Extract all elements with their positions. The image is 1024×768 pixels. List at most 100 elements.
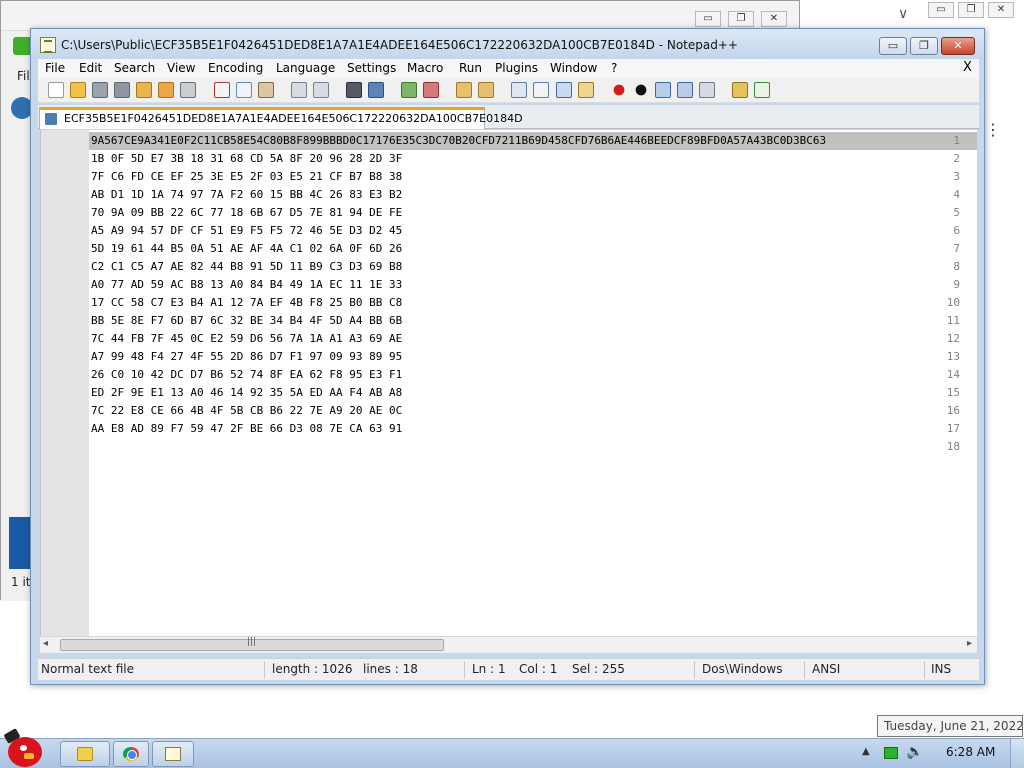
- status-separator: [924, 661, 925, 679]
- status-file-type: Normal text file: [41, 662, 135, 676]
- spellcheck-icon[interactable]: [754, 82, 770, 98]
- angry-bird-icon: [8, 737, 42, 767]
- code-line[interactable]: 9A567CE9A341E0F2C11CB58E54C80B8F899BBBD0…: [91, 132, 826, 150]
- find-icon[interactable]: [346, 82, 362, 98]
- sync-vertical-icon[interactable]: [456, 82, 472, 98]
- code-line[interactable]: AB D1 1D 1A 74 97 7A F2 60 15 BB 4C 26 8…: [91, 186, 402, 204]
- window-titlebar[interactable]: C:\Users\Public\ECF35B5E1F0426451DED8E1A…: [31, 29, 984, 59]
- close-button[interactable]: ✕: [941, 37, 975, 55]
- folder-workspace-icon[interactable]: [732, 82, 748, 98]
- save-icon[interactable]: [92, 82, 108, 98]
- maximize-button[interactable]: ❐: [910, 37, 938, 55]
- menu-encoding[interactable]: Encoding: [208, 61, 263, 75]
- menu-settings[interactable]: Settings: [347, 61, 396, 75]
- status-separator: [694, 661, 695, 679]
- network-icon[interactable]: [884, 747, 898, 759]
- zoom-out-icon[interactable]: [423, 82, 439, 98]
- background-close-button[interactable]: ✕: [761, 11, 787, 27]
- show-all-chars-icon[interactable]: [533, 82, 549, 98]
- taskbar-explorer-button[interactable]: [60, 741, 110, 767]
- scroll-left-arrow-icon[interactable]: ◂: [43, 638, 48, 649]
- line-number: 16: [946, 404, 960, 417]
- background-maximize-button[interactable]: ❐: [728, 11, 754, 27]
- code-line[interactable]: 1B 0F 5D E7 3B 18 31 68 CD 5A 8F 20 96 2…: [91, 150, 402, 168]
- code-line[interactable]: 70 9A 09 BB 22 6C 77 18 6B 67 D5 7E 81 9…: [91, 204, 402, 222]
- save-all-icon[interactable]: [114, 82, 130, 98]
- background-right-maximize-button[interactable]: ❐: [958, 2, 984, 18]
- code-line[interactable]: A7 99 48 F4 27 4F 55 2D 86 D7 F1 97 09 9…: [91, 348, 402, 366]
- open-file-icon[interactable]: [70, 82, 86, 98]
- menu-window[interactable]: Window: [550, 61, 597, 75]
- background-minimize-button[interactable]: ▭: [695, 11, 721, 27]
- replace-icon[interactable]: [368, 82, 384, 98]
- taskbar-chrome-button[interactable]: [113, 741, 149, 767]
- menu-run[interactable]: Run: [459, 61, 482, 75]
- code-line[interactable]: BB 5E 8E F7 6D B7 6C 32 BE 34 B4 4F 5D A…: [91, 312, 402, 330]
- run-macro-multiple-icon[interactable]: [677, 82, 693, 98]
- word-wrap-icon[interactable]: [511, 82, 527, 98]
- minimize-button[interactable]: ▭: [879, 37, 907, 55]
- menu-edit[interactable]: Edit: [79, 61, 102, 75]
- taskbar-notepadpp-button[interactable]: [152, 741, 194, 767]
- code-line[interactable]: 26 C0 10 42 DC D7 B6 52 74 8F EA 62 F8 9…: [91, 366, 402, 384]
- status-separator: [464, 661, 465, 679]
- background-right-minimize-button[interactable]: ▭: [928, 2, 954, 18]
- menu-language[interactable]: Language: [276, 61, 335, 75]
- code-line[interactable]: ED 2F 9E E1 13 A0 46 14 92 35 5A ED AA F…: [91, 384, 402, 402]
- close-icon[interactable]: [136, 82, 152, 98]
- code-line[interactable]: A5 A9 94 57 DF CF 51 E9 F5 F5 72 46 5E D…: [91, 222, 402, 240]
- menu-macro[interactable]: Macro: [407, 61, 443, 75]
- close-all-icon[interactable]: [158, 82, 174, 98]
- indent-guide-icon[interactable]: [556, 82, 572, 98]
- stop-record-icon[interactable]: [633, 82, 649, 98]
- cut-icon[interactable]: [214, 82, 230, 98]
- menu-search[interactable]: Search: [114, 61, 155, 75]
- code-line[interactable]: C2 C1 C5 A7 AE 82 44 B8 91 5D 11 B9 C3 D…: [91, 258, 402, 276]
- bird-eye: [20, 745, 27, 751]
- play-macro-icon[interactable]: [655, 82, 671, 98]
- redo-icon[interactable]: [313, 82, 329, 98]
- code-line[interactable]: 7C 22 E8 CE 66 4B 4F 5B CB B6 22 7E A9 2…: [91, 402, 402, 420]
- code-line[interactable]: 17 CC 58 C7 E3 B4 A1 12 7A EF 4B F8 25 B…: [91, 294, 402, 312]
- close-document-button[interactable]: X: [963, 60, 972, 75]
- tray-overflow-arrow-icon[interactable]: ▲: [862, 746, 870, 757]
- code-line[interactable]: AA E8 AD 89 F7 59 47 2F BE 66 D3 08 7E C…: [91, 420, 402, 438]
- editor[interactable]: 1 9A567CE9A341E0F2C11CB58E54C80B8F899BBBD…: [40, 130, 977, 636]
- copy-icon[interactable]: [236, 82, 252, 98]
- status-bar: Normal text file length : 1026 lines : 1…: [38, 658, 979, 680]
- save-macro-icon[interactable]: [699, 82, 715, 98]
- code-line[interactable]: 7F C6 FD CE EF 25 3E E5 2F 03 E5 21 CF B…: [91, 168, 402, 186]
- status-selection: Sel : 255: [572, 662, 625, 676]
- horizontal-scrollbar[interactable]: ◂ ||| ▸: [40, 636, 977, 653]
- scrollbar-thumb[interactable]: |||: [60, 637, 444, 651]
- menu-file[interactable]: File: [45, 61, 65, 75]
- zoom-in-icon[interactable]: [401, 82, 417, 98]
- toolbar: [38, 79, 979, 103]
- print-icon[interactable]: [180, 82, 196, 98]
- more-options-icon[interactable]: ⋮: [985, 120, 1001, 139]
- volume-icon[interactable]: 🔈: [906, 744, 923, 760]
- code-line[interactable]: 7C 44 FB 7F 45 0C E2 59 D6 56 7A 1A A1 A…: [91, 330, 402, 348]
- background-right-close-button[interactable]: ✕: [988, 2, 1014, 18]
- clock[interactable]: 6:28 AM: [946, 745, 995, 759]
- line-number: 5: [953, 206, 960, 219]
- start-button[interactable]: [2, 728, 48, 768]
- code-line[interactable]: 5D 19 61 44 B5 0A 51 AE AF 4A C1 02 6A 0…: [91, 240, 402, 258]
- scroll-right-arrow-icon[interactable]: ▸: [967, 638, 972, 649]
- background-menu-fragment[interactable]: Fil: [17, 69, 30, 83]
- line-number: 12: [946, 332, 960, 345]
- undo-icon[interactable]: [291, 82, 307, 98]
- tab-document[interactable]: ECF35B5E1F0426451DED8E1A7A1E4ADEE164E506…: [39, 107, 523, 129]
- menu-view[interactable]: View: [167, 61, 195, 75]
- code-line[interactable]: A0 77 AD 59 AC B8 13 A0 84 B4 49 1A EC 1…: [91, 276, 402, 294]
- sync-horizontal-icon[interactable]: [478, 82, 494, 98]
- line-number: 7: [953, 242, 960, 255]
- doc-map-icon[interactable]: [578, 82, 594, 98]
- new-file-icon[interactable]: [48, 82, 64, 98]
- record-macro-icon[interactable]: [611, 82, 627, 98]
- menu-plugins[interactable]: Plugins: [495, 61, 538, 75]
- menu-help[interactable]: ?: [611, 61, 617, 75]
- show-desktop-button[interactable]: [1010, 739, 1024, 768]
- paste-icon[interactable]: [258, 82, 274, 98]
- background-chevron-icon[interactable]: ∨: [898, 6, 908, 22]
